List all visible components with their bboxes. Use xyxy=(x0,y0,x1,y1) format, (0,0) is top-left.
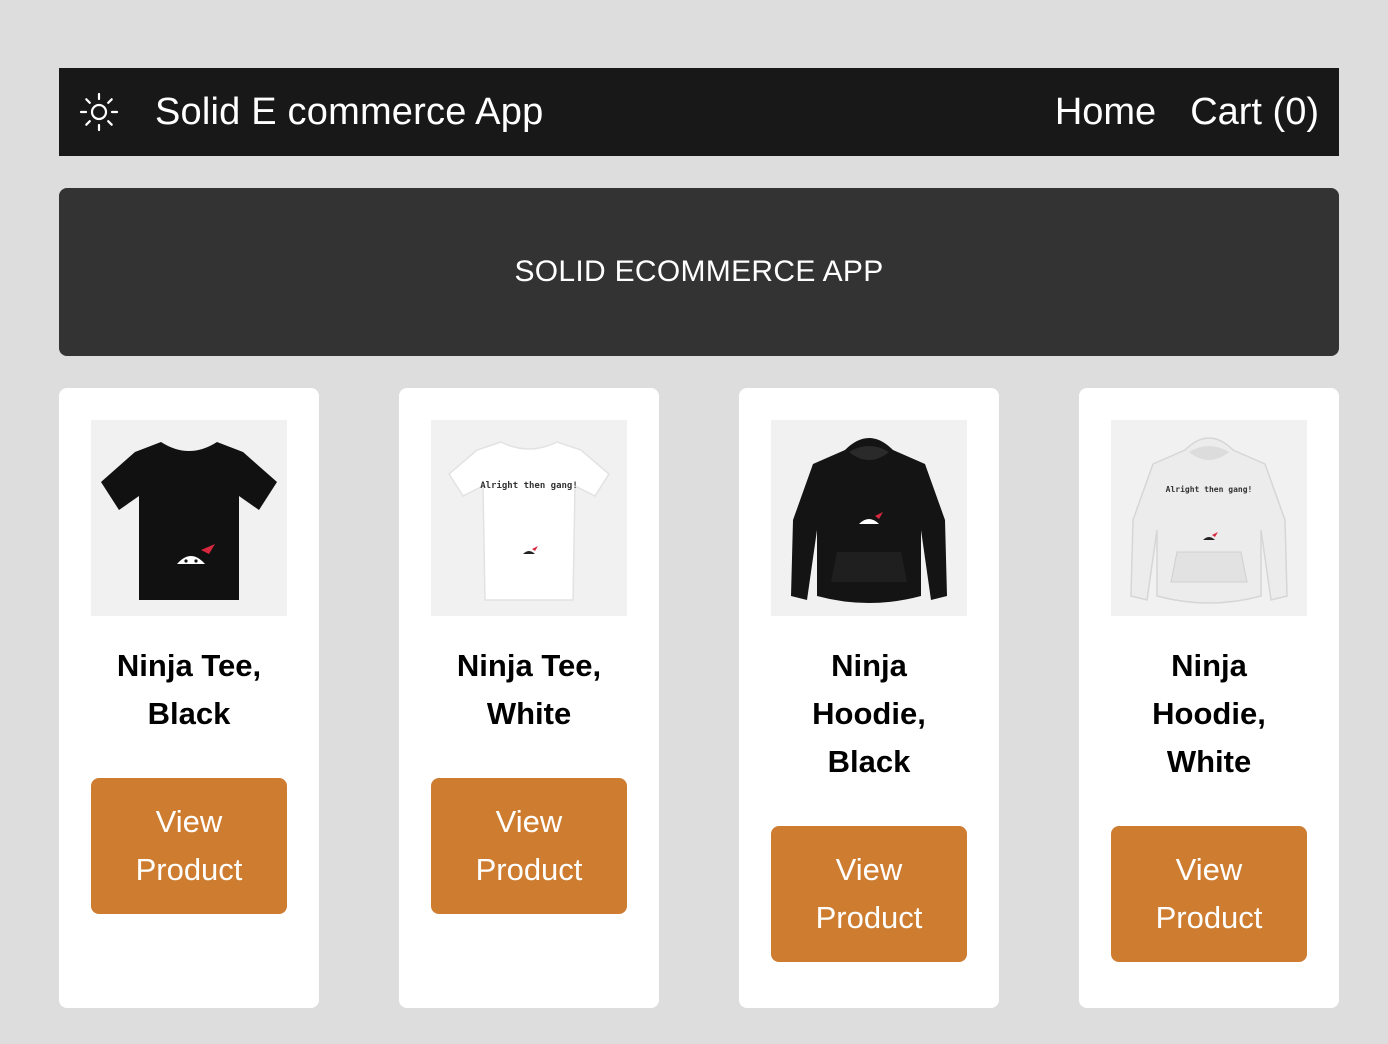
product-image[interactable] xyxy=(91,420,287,616)
product-name: Ninja Tee, White xyxy=(456,648,602,731)
product-card: Ninja Hoodie, Black View Product xyxy=(739,388,999,1008)
hoodie-print-text: Alright then gang! xyxy=(1166,484,1253,494)
hero-banner: SOLID ECOMMERCE APP xyxy=(59,188,1339,356)
view-product-button[interactable]: View Product xyxy=(771,826,967,962)
product-name: Ninja Hoodie, Black xyxy=(812,648,926,779)
tee-print-text: Alright then gang! xyxy=(480,480,578,491)
nav-home-link[interactable]: Home xyxy=(1055,91,1156,134)
product-name: Ninja Tee, Black xyxy=(116,648,262,731)
product-name: Ninja Hoodie, White xyxy=(1152,648,1266,779)
product-image[interactable]: Alright then gang! xyxy=(431,420,627,616)
product-image[interactable]: Alright then gang! xyxy=(1111,420,1307,616)
sun-icon[interactable] xyxy=(77,90,121,134)
product-grid: Ninja Tee, Black View Product Alright th… xyxy=(59,388,1339,1008)
product-image[interactable] xyxy=(771,420,967,616)
product-card: Alright then gang! Ninja Tee, White View… xyxy=(399,388,659,1008)
navbar: Solid E commerce App Home Cart (0) xyxy=(59,68,1339,156)
product-card: Alright then gang! Ninja Hoodie, White V… xyxy=(1079,388,1339,1008)
view-product-button[interactable]: View Product xyxy=(1111,826,1307,962)
banner-text: SOLID ECOMMERCE APP xyxy=(514,255,884,288)
view-product-button[interactable]: View Product xyxy=(91,778,287,914)
nav-cart-link[interactable]: Cart (0) xyxy=(1190,91,1319,134)
product-card: Ninja Tee, Black View Product xyxy=(59,388,319,1008)
view-product-button[interactable]: View Product xyxy=(431,778,627,914)
app-title: Solid E commerce App xyxy=(155,90,544,133)
